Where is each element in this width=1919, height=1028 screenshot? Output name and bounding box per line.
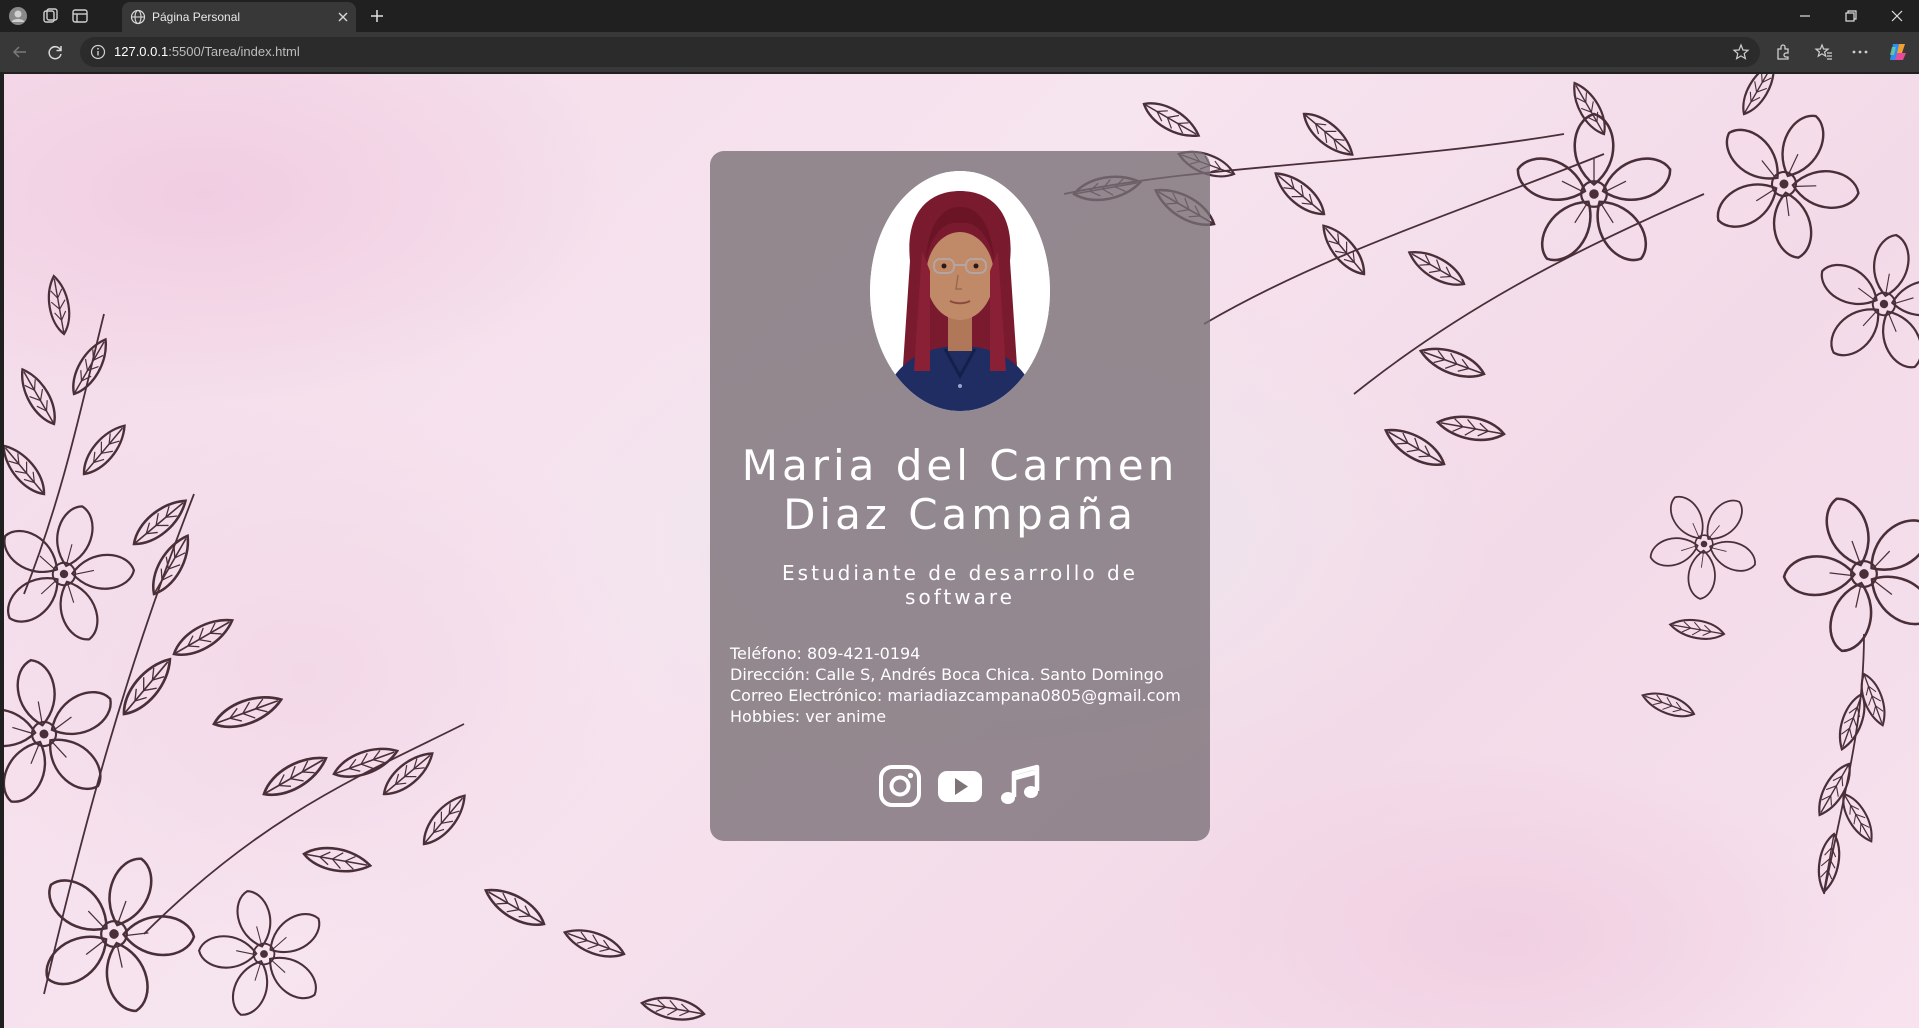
url-text: 127.0.0.1:5500/Tarea/index.html xyxy=(114,44,300,59)
music-icon[interactable] xyxy=(997,763,1043,809)
site-info-icon[interactable] xyxy=(90,44,106,60)
address-bar[interactable]: 127.0.0.1:5500/Tarea/index.html xyxy=(80,37,1760,67)
contact-info: Teléfono: 809-421-0194 Dirección: Calle … xyxy=(730,643,1200,727)
social-links xyxy=(710,763,1210,809)
profile-icon[interactable] xyxy=(8,6,28,26)
minimize-icon[interactable] xyxy=(1797,8,1813,24)
phone-text: Teléfono: 809-421-0194 xyxy=(730,644,921,663)
browser-titlebar: Página Personal xyxy=(0,0,1919,32)
address-text: Dirección: Calle S, Andrés Boca Chica. S… xyxy=(730,665,1164,684)
url-host: 127.0.0.1 xyxy=(114,44,169,59)
name-line-2: Diaz Campaña xyxy=(783,490,1137,539)
tab-actions-icon[interactable] xyxy=(70,6,90,26)
copilot-icon[interactable] xyxy=(1887,41,1909,63)
instagram-icon[interactable] xyxy=(877,763,923,809)
profile-photo xyxy=(870,171,1050,411)
portrait-image xyxy=(870,171,1050,411)
restore-icon[interactable] xyxy=(1843,8,1859,24)
new-tab-icon[interactable] xyxy=(368,7,386,25)
globe-icon xyxy=(130,9,146,25)
close-tab-icon[interactable] xyxy=(336,10,350,24)
floral-left xyxy=(4,273,707,1028)
browser-toolbar: 127.0.0.1:5500/Tarea/index.html xyxy=(0,32,1919,72)
profile-name: Maria del Carmen Diaz Campaña xyxy=(710,441,1210,539)
tab-pagina-personal[interactable]: Página Personal xyxy=(122,2,356,32)
email-text: Correo Electrónico: mariadiazcampana0805… xyxy=(730,686,1181,705)
profile-subtitle: Estudiante de desarrollo de software xyxy=(782,561,1138,609)
name-line-1: Maria del Carmen xyxy=(741,441,1179,490)
workspaces-icon[interactable] xyxy=(40,6,60,26)
extensions-icon[interactable] xyxy=(1773,42,1793,62)
back-icon[interactable] xyxy=(10,42,30,62)
profile-card: Maria del Carmen Diaz Campaña Estudiante… xyxy=(710,151,1210,841)
youtube-icon[interactable] xyxy=(937,763,983,809)
favorites-icon[interactable] xyxy=(1814,42,1834,62)
close-window-icon[interactable] xyxy=(1889,8,1905,24)
more-options-icon[interactable] xyxy=(1850,42,1870,62)
refresh-icon[interactable] xyxy=(45,42,65,62)
page-viewport: Maria del Carmen Diaz Campaña Estudiante… xyxy=(4,74,1919,1028)
url-path: :5500/Tarea/index.html xyxy=(168,44,300,59)
hobbies-text: Hobbies: ver anime xyxy=(730,707,887,726)
tab-title: Página Personal xyxy=(152,10,241,24)
favorite-star-icon[interactable] xyxy=(1732,43,1750,61)
